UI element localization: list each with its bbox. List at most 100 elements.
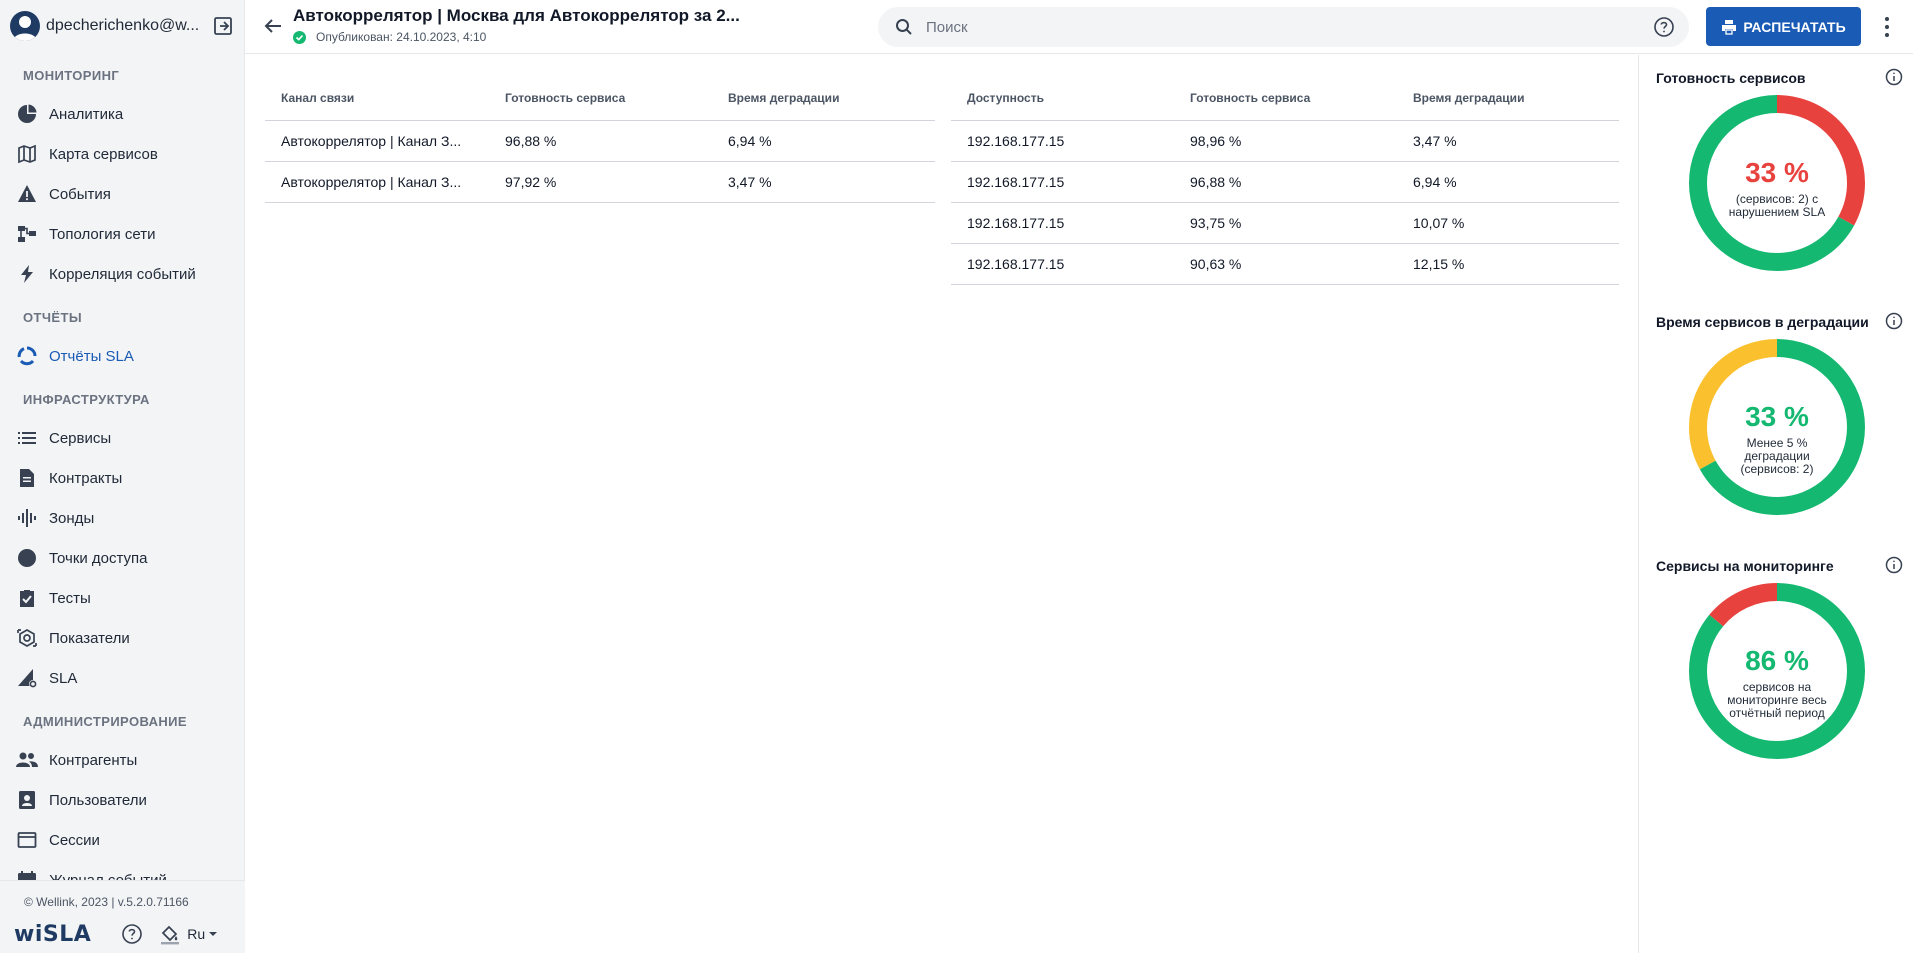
help-icon[interactable] bbox=[121, 923, 143, 945]
print-button[interactable]: РАСПЕЧАТАТЬ bbox=[1706, 7, 1861, 46]
user-avatar-icon bbox=[13, 16, 37, 41]
table-cell: 90,63 % bbox=[1174, 243, 1397, 285]
table-cell: 192.168.177.15 bbox=[951, 202, 1174, 244]
info-icon[interactable] bbox=[1885, 312, 1903, 330]
widget-percent: 33 % bbox=[1745, 157, 1809, 188]
sidebar-nav: МОНИТОРИНГ Аналитика Карта сервисов События… bbox=[0, 58, 245, 880]
topology-icon bbox=[16, 223, 38, 245]
paint-bucket-icon[interactable] bbox=[159, 923, 181, 945]
pie-chart-icon bbox=[16, 103, 38, 125]
sidebar-item-label: Аналитика bbox=[49, 105, 124, 123]
sidebar-item-label: Контрагенты bbox=[49, 751, 138, 769]
warning-icon bbox=[16, 183, 38, 205]
sidebar-item-dot[interactable]: Точки доступа bbox=[0, 538, 245, 578]
column-header[interactable]: Доступность bbox=[951, 77, 1174, 121]
printer-icon bbox=[1721, 19, 1737, 35]
sla-icon bbox=[16, 667, 38, 689]
sidebar-item-circle-report[interactable]: Отчёты SLA bbox=[0, 336, 245, 376]
summary-panel: Готовность сервисов 33 % (сервисов: 2) с… bbox=[1638, 55, 1913, 953]
table-row[interactable]: 192.168.177.15 93,75 % 10,07 % bbox=[951, 202, 1619, 244]
more-vertical-icon[interactable] bbox=[1875, 13, 1899, 41]
sidebar-item-calendar[interactable]: Журнал событий bbox=[0, 860, 245, 880]
table-cell: 192.168.177.15 bbox=[951, 120, 1174, 162]
user-name: dpecherichenko@w... bbox=[46, 17, 200, 34]
copyright: © Wellink, 2023 | v.5.2.0.71166 bbox=[24, 895, 189, 909]
sidebar-footer: © Wellink, 2023 | v.5.2.0.71166 wiSLA Ru bbox=[0, 880, 245, 953]
widget-title: Сервисы на мониторинге bbox=[1656, 558, 1834, 574]
back-arrow-icon[interactable] bbox=[261, 14, 285, 38]
circle-report-icon bbox=[16, 345, 38, 367]
table-row[interactable]: Автокоррелятор | Канал З... 97,92 % 3,47… bbox=[265, 161, 935, 203]
table-cell: 96,88 % bbox=[489, 120, 712, 162]
sidebar-item-label: Корреляция событий bbox=[49, 265, 196, 283]
sidebar-item-metrics[interactable]: Показатели bbox=[0, 618, 245, 658]
channels-table: Канал связи Готовность сервиса Время дег… bbox=[265, 77, 935, 203]
language-select[interactable]: Ru bbox=[187, 926, 221, 942]
sidebar-item-list[interactable]: Сервисы bbox=[0, 418, 245, 458]
user-row[interactable]: dpecherichenko@w... bbox=[10, 10, 235, 42]
sidebar-item-window[interactable]: Сессии bbox=[0, 820, 245, 860]
widget-percent: 33 % bbox=[1745, 401, 1809, 432]
sidebar-item-label: События bbox=[49, 185, 111, 203]
window-icon bbox=[16, 829, 38, 851]
sidebar-item-topology[interactable]: Топология сети bbox=[0, 214, 245, 254]
table-cell: Автокоррелятор | Канал З... bbox=[265, 161, 489, 203]
language-label: Ru bbox=[187, 926, 206, 942]
sidebar: dpecherichenko@w... МОНИТОРИНГ Аналитика К… bbox=[0, 0, 245, 953]
sidebar-item-sla[interactable]: SLA bbox=[0, 658, 245, 698]
table-cell: 97,92 % bbox=[489, 161, 712, 203]
widget-description: (сервисов: 2) с нарушением SLA bbox=[1728, 192, 1826, 219]
sidebar-item-label: Точки доступа bbox=[49, 549, 148, 567]
table-cell: 96,88 % bbox=[1174, 161, 1397, 203]
table-cell: Автокоррелятор | Канал З... bbox=[265, 120, 489, 162]
table-row[interactable]: 192.168.177.15 90,63 % 12,15 % bbox=[951, 243, 1619, 285]
sidebar-item-document[interactable]: Контракты bbox=[0, 458, 245, 498]
bolt-icon bbox=[16, 263, 38, 285]
column-header[interactable]: Время деградации bbox=[712, 77, 935, 121]
table-cell: 12,15 % bbox=[1397, 243, 1619, 285]
search-bar bbox=[878, 7, 1689, 47]
table-row[interactable]: 192.168.177.15 98,96 % 3,47 % bbox=[951, 120, 1619, 162]
column-header[interactable]: Канал связи bbox=[265, 77, 489, 121]
table-cell: 192.168.177.15 bbox=[951, 161, 1174, 203]
help-icon[interactable] bbox=[1653, 16, 1675, 38]
availability-table: Доступность Готовность сервиса Время дег… bbox=[951, 77, 1619, 285]
logout-icon[interactable] bbox=[211, 14, 235, 38]
widget-title: Время сервисов в деградации bbox=[1656, 314, 1869, 330]
sidebar-item-clipboard-check[interactable]: Тесты bbox=[0, 578, 245, 618]
table-row[interactable]: 192.168.177.15 96,88 % 6,94 % bbox=[951, 161, 1619, 203]
main-content: Канал связи Готовность сервиса Время дег… bbox=[245, 55, 1638, 953]
metrics-icon bbox=[16, 627, 38, 649]
sidebar-item-pie-chart[interactable]: Аналитика bbox=[0, 94, 245, 134]
column-header[interactable]: Готовность сервиса bbox=[1174, 77, 1397, 121]
sidebar-item-user-card[interactable]: Пользователи bbox=[0, 780, 245, 820]
published-text: Опубликован: 24.10.2023, 4:10 bbox=[316, 30, 487, 44]
table-cell: 98,96 % bbox=[1174, 120, 1397, 162]
sidebar-item-people[interactable]: Контрагенты bbox=[0, 740, 245, 780]
column-header[interactable]: Готовность сервиса bbox=[489, 77, 712, 121]
sidebar-section-title: АДМИНИСТРИРОВАНИЕ bbox=[23, 714, 187, 729]
sidebar-section-title: ОТЧЁТЫ bbox=[23, 310, 82, 325]
sidebar-item-bolt[interactable]: Корреляция событий bbox=[0, 254, 245, 294]
sidebar-item-warning[interactable]: События bbox=[0, 174, 245, 214]
widget-service-readiness: Готовность сервисов 33 % (сервисов: 2) с… bbox=[1639, 55, 1913, 299]
search-input[interactable] bbox=[926, 18, 1653, 36]
chevron-down-icon bbox=[209, 932, 218, 936]
widget-description: сервисов на мониторинге весь отчётный пе… bbox=[1727, 680, 1827, 720]
info-icon[interactable] bbox=[1885, 556, 1903, 574]
column-header[interactable]: Время деградации bbox=[1397, 77, 1619, 121]
table-cell: 6,94 % bbox=[1397, 161, 1619, 203]
sidebar-section-title: ИНФРАСТРУКТУРА bbox=[23, 392, 150, 407]
people-icon bbox=[16, 749, 38, 771]
calendar-icon bbox=[16, 869, 38, 880]
print-label: РАСПЕЧАТАТЬ bbox=[1743, 18, 1846, 35]
sidebar-item-label: Сервисы bbox=[49, 429, 112, 447]
table-row[interactable]: Автокоррелятор | Канал З... 96,88 % 6,94… bbox=[265, 120, 935, 162]
probe-icon bbox=[16, 507, 38, 529]
sidebar-item-label: Зонды bbox=[49, 509, 95, 527]
sidebar-item-label: SLA bbox=[49, 669, 78, 687]
sidebar-item-map[interactable]: Карта сервисов bbox=[0, 134, 245, 174]
sidebar-item-probe[interactable]: Зонды bbox=[0, 498, 245, 538]
avatar[interactable] bbox=[10, 11, 40, 41]
info-icon[interactable] bbox=[1885, 68, 1903, 86]
